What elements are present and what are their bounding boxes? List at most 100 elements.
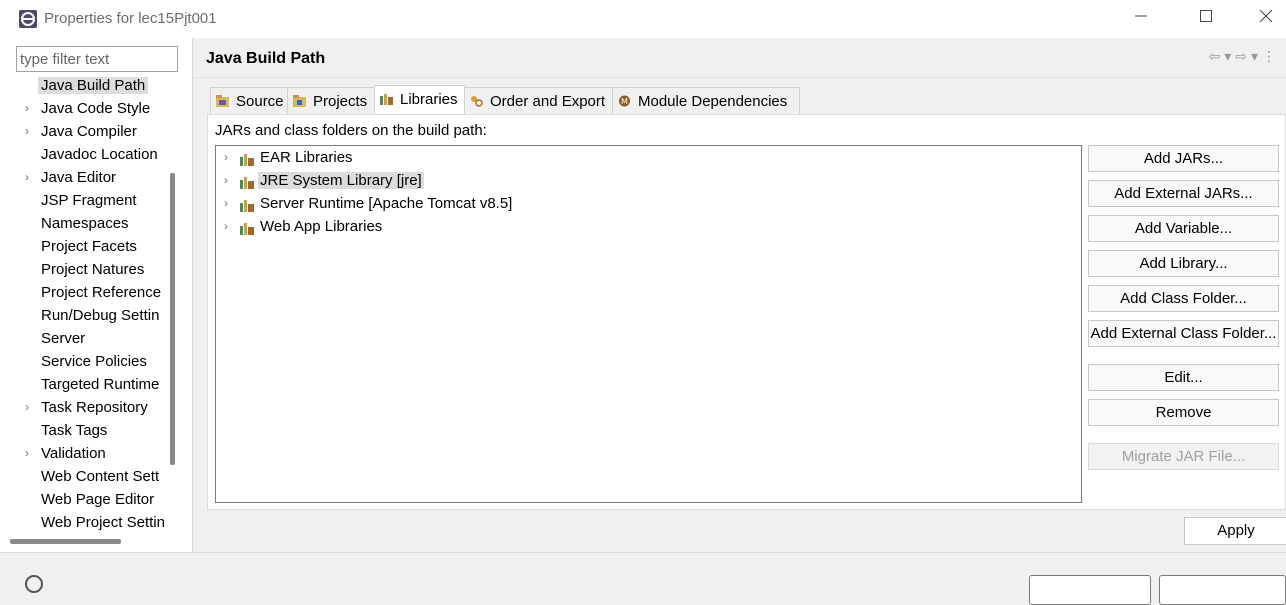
sidebar-item-label: Web Content Sett: [41, 468, 160, 485]
tab-source[interactable]: Source: [210, 87, 289, 115]
chevron-right-icon[interactable]: ›: [224, 173, 228, 187]
library-label: EAR Libraries: [260, 149, 353, 166]
back-dropdown-icon[interactable]: ▾: [1224, 48, 1235, 64]
forward-arrow-icon[interactable]: ⇨: [1235, 48, 1251, 64]
close-icon: [1259, 9, 1273, 23]
sidebar-item[interactable]: Javadoc Location: [25, 145, 165, 167]
sidebar-item-label: Targeted Runtime: [41, 376, 160, 393]
order-export-icon: [471, 96, 483, 107]
library-label: Web App Libraries: [260, 218, 383, 235]
sidebar-item-label: JSP Fragment: [41, 192, 137, 209]
sidebar-item[interactable]: Targeted Runtime: [25, 375, 165, 397]
sidebar-item[interactable]: Task Tags: [25, 421, 165, 443]
library-label: JRE System Library [jre]: [258, 172, 424, 189]
sidebar-item[interactable]: JSP Fragment: [25, 191, 165, 213]
eclipse-app-icon: [19, 10, 37, 28]
sidebar-item[interactable]: Project Facets: [25, 237, 165, 259]
sidebar-item[interactable]: Service Policies: [25, 352, 165, 374]
chevron-right-icon[interactable]: ›: [25, 124, 35, 138]
library-icon: [240, 200, 254, 212]
source-folder-icon: [216, 95, 229, 107]
tab-module-dependencies[interactable]: M Module Dependencies: [612, 87, 800, 115]
back-arrow-icon[interactable]: ⇦: [1208, 48, 1224, 64]
minimize-icon: [1135, 15, 1147, 17]
close-button[interactable]: [1255, 8, 1277, 30]
sidebar-item-label: Run/Debug Settin: [41, 307, 160, 324]
sidebar-item-label: Web Project Settin: [41, 514, 165, 531]
chevron-right-icon[interactable]: ›: [224, 150, 228, 164]
property-page-sidebar: Java Build Path›Java Code Style›Java Com…: [0, 38, 192, 582]
vertical-scrollbar[interactable]: [170, 173, 175, 465]
sidebar-item[interactable]: Namespaces: [25, 214, 165, 236]
library-icon: [240, 154, 254, 166]
sidebar-item-label: Service Policies: [41, 353, 147, 370]
chevron-right-icon[interactable]: ›: [25, 446, 35, 460]
page-title: Java Build Path: [206, 50, 326, 67]
horizontal-scrollbar[interactable]: [10, 539, 121, 544]
sidebar-item-label: Project Facets: [41, 238, 137, 255]
cancel-button[interactable]: [1159, 575, 1286, 605]
chevron-right-icon[interactable]: ›: [25, 400, 35, 414]
filter-input[interactable]: [16, 46, 178, 72]
add-class-folder-button[interactable]: Add Class Folder...: [1088, 285, 1279, 312]
sidebar-item-label: Validation: [41, 445, 106, 462]
sidebar-item-label: Namespaces: [41, 215, 129, 232]
chevron-right-icon[interactable]: ›: [224, 219, 228, 233]
chevron-right-icon[interactable]: ›: [25, 170, 35, 184]
sidebar-item-label: Server: [41, 330, 86, 347]
sidebar-item[interactable]: Project Natures: [25, 260, 165, 282]
window-title: Properties for lec15Pjt001: [44, 10, 217, 27]
view-menu-icon[interactable]: ⋮: [1262, 48, 1280, 64]
add-library-button[interactable]: Add Library...: [1088, 250, 1279, 277]
tab-projects[interactable]: Projects: [287, 87, 376, 115]
library-label: Server Runtime [Apache Tomcat v8.5]: [260, 195, 513, 212]
sidebar-item[interactable]: Web Page Editor: [25, 490, 165, 512]
sidebar-item[interactable]: › Java Code Style: [25, 99, 165, 121]
edit-button[interactable]: Edit...: [1088, 364, 1279, 391]
sidebar-item-label: Project Natures: [41, 261, 145, 278]
header-divider: [193, 77, 1286, 78]
remove-button[interactable]: Remove: [1088, 399, 1279, 426]
sidebar-item-label: Java Build Path: [38, 77, 149, 94]
sidebar-item-label: Java Editor: [41, 169, 117, 186]
add-variable-button[interactable]: Add Variable...: [1088, 215, 1279, 242]
libraries-list[interactable]: › EAR Libraries › JRE System Library [jre] ›…: [215, 145, 1082, 503]
projects-icon: [293, 95, 306, 107]
add-external-jars-button[interactable]: Add External JARs...: [1088, 180, 1279, 207]
sidebar-item[interactable]: › Java Compiler: [25, 122, 165, 144]
sidebar-item-label: Task Repository: [41, 399, 148, 416]
apply-and-close-button[interactable]: [1029, 575, 1151, 605]
sidebar-item-label: Java Compiler: [41, 123, 137, 140]
main-pane: Java Build Path ⇦▾⇨▾⋮ Source Projects Li…: [193, 38, 1286, 582]
sidebar-item[interactable]: › Validation: [25, 444, 165, 466]
add-jars-button[interactable]: Add JARs...: [1088, 145, 1279, 172]
tab-libraries[interactable]: Libraries: [374, 85, 466, 114]
history-nav: ⇦▾⇨▾⋮: [1208, 48, 1280, 65]
sidebar-item[interactable]: › Task Repository: [25, 398, 165, 420]
libraries-panel: JARs and class folders on the build path…: [207, 114, 1286, 510]
title-bar: Properties for lec15Pjt001: [0, 0, 1286, 38]
sidebar-item[interactable]: Project Reference: [25, 283, 165, 305]
sidebar-item-label: Web Page Editor: [41, 491, 155, 508]
sidebar-item[interactable]: Server: [25, 329, 165, 351]
minimize-button[interactable]: [1130, 8, 1152, 30]
build-path-label: JARs and class folders on the build path…: [215, 122, 487, 139]
chevron-right-icon[interactable]: ›: [25, 101, 35, 115]
sidebar-item[interactable]: Java Build Path: [25, 76, 165, 98]
library-icon: [240, 177, 254, 189]
libraries-icon: [380, 94, 393, 105]
sidebar-item[interactable]: › Java Editor: [25, 168, 165, 190]
migrate-jar-button: Migrate JAR File...: [1088, 443, 1279, 470]
maximize-button[interactable]: [1195, 8, 1217, 30]
forward-dropdown-icon[interactable]: ▾: [1251, 48, 1262, 64]
dialog-button-bar: [0, 552, 1286, 605]
sidebar-item[interactable]: Run/Debug Settin: [25, 306, 165, 328]
help-icon[interactable]: [25, 575, 43, 593]
chevron-right-icon[interactable]: ›: [224, 196, 228, 210]
tab-order-and-export[interactable]: Order and Export: [464, 87, 614, 115]
sidebar-item[interactable]: Web Project Settin: [25, 513, 165, 535]
sidebar-item[interactable]: Web Content Sett: [25, 467, 165, 489]
apply-button[interactable]: Apply: [1184, 517, 1286, 545]
maximize-icon: [1200, 10, 1212, 22]
add-external-class-folder-button[interactable]: Add External Class Folder...: [1088, 320, 1279, 347]
